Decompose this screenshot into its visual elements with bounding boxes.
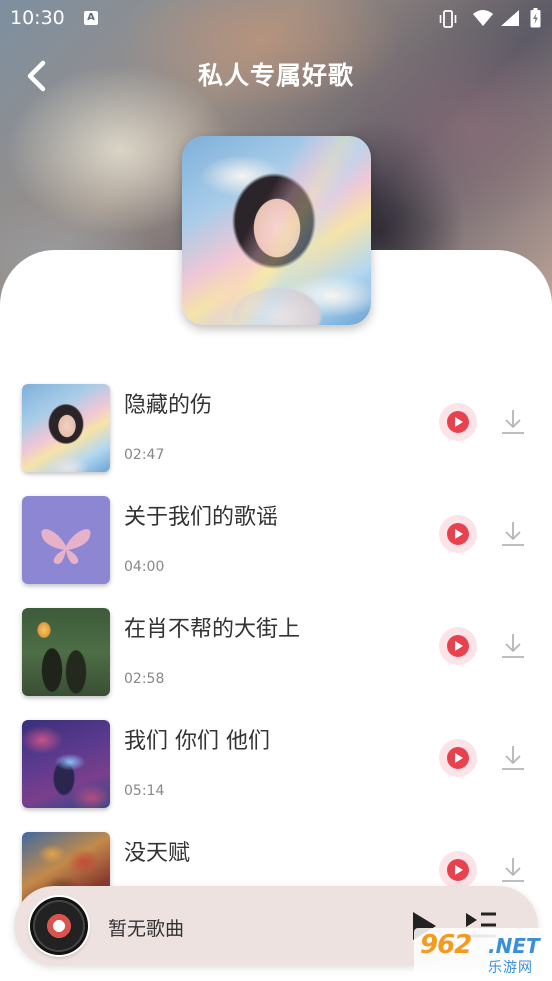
download-button[interactable] <box>500 632 526 660</box>
download-button[interactable] <box>500 408 526 436</box>
download-button[interactable] <box>500 856 526 884</box>
play-icon <box>447 635 469 657</box>
watermark-logo: 962 .NET 乐游网 <box>414 928 550 978</box>
play-song-button[interactable] <box>439 739 477 777</box>
vibrate-icon <box>439 10 457 28</box>
playlist-cover-image <box>182 136 371 325</box>
song-duration: 05:14 <box>124 783 165 799</box>
play-icon <box>447 411 469 433</box>
play-icon <box>447 859 469 881</box>
song-duration: 02:58 <box>124 671 165 687</box>
song-title: 在肖不帮的大街上 <box>124 617 301 642</box>
play-song-button[interactable] <box>439 851 477 889</box>
song-row[interactable]: 在肖不帮的大街上 02:58 <box>0 605 552 696</box>
song-duration: 02:47 <box>124 447 165 463</box>
song-thumbnail <box>22 720 110 808</box>
song-row[interactable]: 隐藏的伤 02:47 <box>0 381 552 472</box>
song-row[interactable]: 我们 你们 他们 05:14 <box>0 717 552 808</box>
butterfly-icon <box>41 529 91 564</box>
now-playing-title: 暂无歌曲 <box>108 918 185 940</box>
play-icon <box>447 523 469 545</box>
song-title: 没天赋 <box>124 841 191 866</box>
play-icon <box>447 747 469 769</box>
song-thumbnail <box>22 384 110 472</box>
song-duration: 04:00 <box>124 559 165 575</box>
download-button[interactable] <box>500 744 526 772</box>
status-bar: 10:30 A <box>0 0 552 38</box>
play-song-button[interactable] <box>439 403 477 441</box>
battery-icon <box>530 8 541 28</box>
page-title: 私人专属好歌 <box>197 61 354 90</box>
song-title: 我们 你们 他们 <box>124 729 270 754</box>
song-title: 关于我们的歌谣 <box>124 505 279 530</box>
status-time: 10:30 <box>10 7 65 29</box>
song-thumbnail <box>22 608 110 696</box>
download-button[interactable] <box>500 520 526 548</box>
notification-a-icon: A <box>84 11 98 25</box>
vinyl-disc-icon <box>30 897 88 955</box>
song-title: 隐藏的伤 <box>124 393 213 418</box>
song-thumbnail <box>22 496 110 584</box>
wifi-icon <box>473 10 493 26</box>
play-song-button[interactable] <box>439 627 477 665</box>
signal-icon <box>501 10 519 26</box>
song-row[interactable]: 关于我们的歌谣 04:00 <box>0 493 552 584</box>
play-song-button[interactable] <box>439 515 477 553</box>
